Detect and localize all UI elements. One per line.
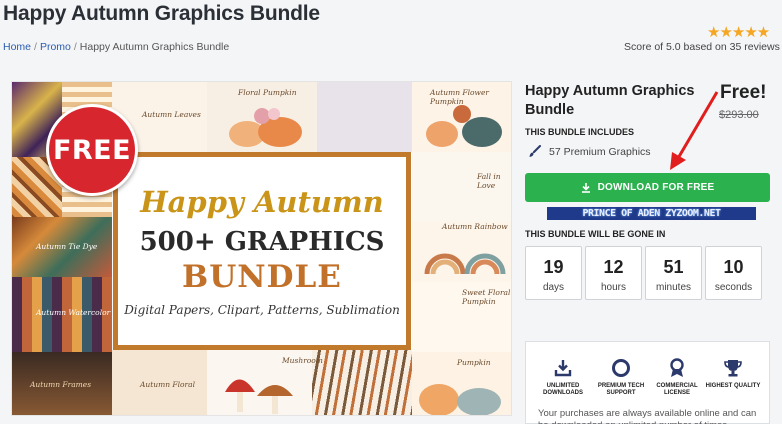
countdown-label: THIS BUNDLE WILL BE GONE IN — [525, 229, 666, 239]
bundle-title-card: Happy Autumn 500+ GRAPHICS BUNDLE Digita… — [113, 152, 411, 350]
pumpkin2-illustration — [419, 384, 501, 415]
countdown-minutes: 51 minutes — [645, 246, 702, 300]
tile-label-tie-dye: Autumn Tie Dye — [36, 242, 98, 251]
collage-tile-feathers — [312, 350, 412, 415]
hero-subline: Digital Papers, Clipart, Patterns, Subli… — [124, 303, 400, 317]
countdown-hours-value: 12 — [603, 257, 624, 277]
countdown-seconds: 10 seconds — [705, 246, 762, 300]
download-tray-icon — [554, 360, 572, 377]
tile-label-fall-love: Fall in Love — [477, 172, 501, 190]
pumpkin-illustration — [229, 108, 302, 147]
features-note: Your purchases are always available onli… — [538, 408, 757, 424]
tile-label-watercolor: Autumn Watercolor — [36, 308, 111, 317]
tile-label-mushroom: Mushroom — [282, 356, 323, 365]
mushroom-illustration — [225, 379, 293, 414]
hero-count-line: 500+ GRAPHICS — [139, 227, 385, 257]
features-panel: UNLIMITED DOWNLOADS PREMIUM TECH SUPPORT… — [525, 341, 770, 424]
countdown-minutes-unit: minutes — [655, 282, 691, 293]
tile-label-sweet-floral: Sweet Floral Pumpkin — [462, 288, 511, 306]
tile-label-floral: Autumn Floral — [140, 380, 195, 389]
tile-label-pumpkin: Floral Pumpkin — [238, 88, 297, 97]
bundle-item-count-text: 57 Premium Graphics — [549, 145, 651, 158]
countdown-seconds-value: 10 — [723, 257, 744, 277]
feature-label: UNLIMITED DOWNLOADS — [543, 383, 583, 396]
countdown-seconds-unit: seconds — [714, 282, 753, 293]
price-label: Free! — [720, 82, 767, 103]
rainbow-illustration — [424, 253, 506, 275]
flower-pumpkin-illustration — [426, 105, 502, 147]
feature-label: HIGHEST QUALITY — [705, 383, 761, 389]
tile-label-leaves: Autumn Leaves — [142, 110, 201, 119]
award-ribbon-icon — [670, 358, 684, 377]
feature-highest-quality: HIGHEST QUALITY — [704, 358, 762, 390]
hero-headline: Happy Autumn — [140, 185, 384, 219]
countdown-hours-unit: hours — [600, 282, 626, 293]
breadcrumb-promo-link[interactable]: Promo — [40, 41, 71, 53]
old-price: $293.00 — [719, 109, 759, 121]
feature-label: PREMIUM TECH SUPPORT — [597, 383, 645, 396]
paintbrush-icon — [529, 145, 541, 157]
tile-label-flower-pumpkin: Autumn Flower Pumpkin — [430, 88, 489, 106]
tile-label-frames: Autumn Frames — [30, 380, 92, 389]
countdown-days-unit: days — [542, 282, 565, 293]
countdown-days-value: 19 — [543, 257, 564, 277]
rating-stars: ★★★★★ — [707, 24, 770, 41]
breadcrumb-separator: / — [34, 41, 37, 53]
feature-premium-support: PREMIUM TECH SUPPORT — [592, 358, 650, 397]
countdown-hours: 12 hours — [585, 246, 642, 300]
breadcrumb-separator: / — [73, 41, 77, 53]
watermark-banner: PRINCE OF ADEN ZYZOOM.NET — [547, 207, 756, 220]
download-for-free-button[interactable]: DOWNLOAD FOR FREE — [525, 173, 770, 202]
page-title: Happy Autumn Graphics Bundle — [3, 2, 320, 25]
bundle-includes-label: THIS BUNDLE INCLUDES — [525, 127, 635, 137]
breadcrumb-current: Happy Autumn Graphics Bundle — [79, 41, 230, 53]
countdown-minutes-value: 51 — [663, 257, 684, 277]
tile-label-pumpkin2: Pumpkin — [457, 358, 491, 367]
free-badge: FREE — [46, 104, 138, 196]
trophy-icon — [724, 360, 742, 377]
hero-bundle-word: BUNDLE — [182, 259, 342, 295]
countdown-days: 19 days — [525, 246, 582, 300]
feature-commercial-license: COMMERCIAL LICENSE — [648, 358, 706, 397]
feature-unlimited-downloads: UNLIMITED DOWNLOADS — [534, 358, 592, 397]
feature-label: COMMERCIAL LICENSE — [656, 383, 698, 396]
download-button-label: DOWNLOAD FOR FREE — [597, 182, 715, 193]
product-name: Happy Autumn Graphics Bundle — [525, 83, 695, 118]
lifebuoy-icon — [612, 359, 630, 377]
product-hero-image[interactable]: Autumn Leaves Floral Pumpkin Autumn Flow… — [11, 81, 512, 416]
breadcrumb-home-link[interactable]: Home — [3, 41, 31, 53]
bundle-item-count: 57 Premium Graphics — [528, 145, 651, 158]
tile-label-rainbow: Autumn Rainbow — [442, 222, 508, 231]
collage-tile-frame — [317, 82, 412, 152]
download-icon — [581, 182, 591, 193]
breadcrumb: Home / Promo / Happy Autumn Graphics Bundle — [3, 41, 229, 53]
rating-score-text: Score of 5.0 based on 35 reviews — [624, 41, 780, 53]
